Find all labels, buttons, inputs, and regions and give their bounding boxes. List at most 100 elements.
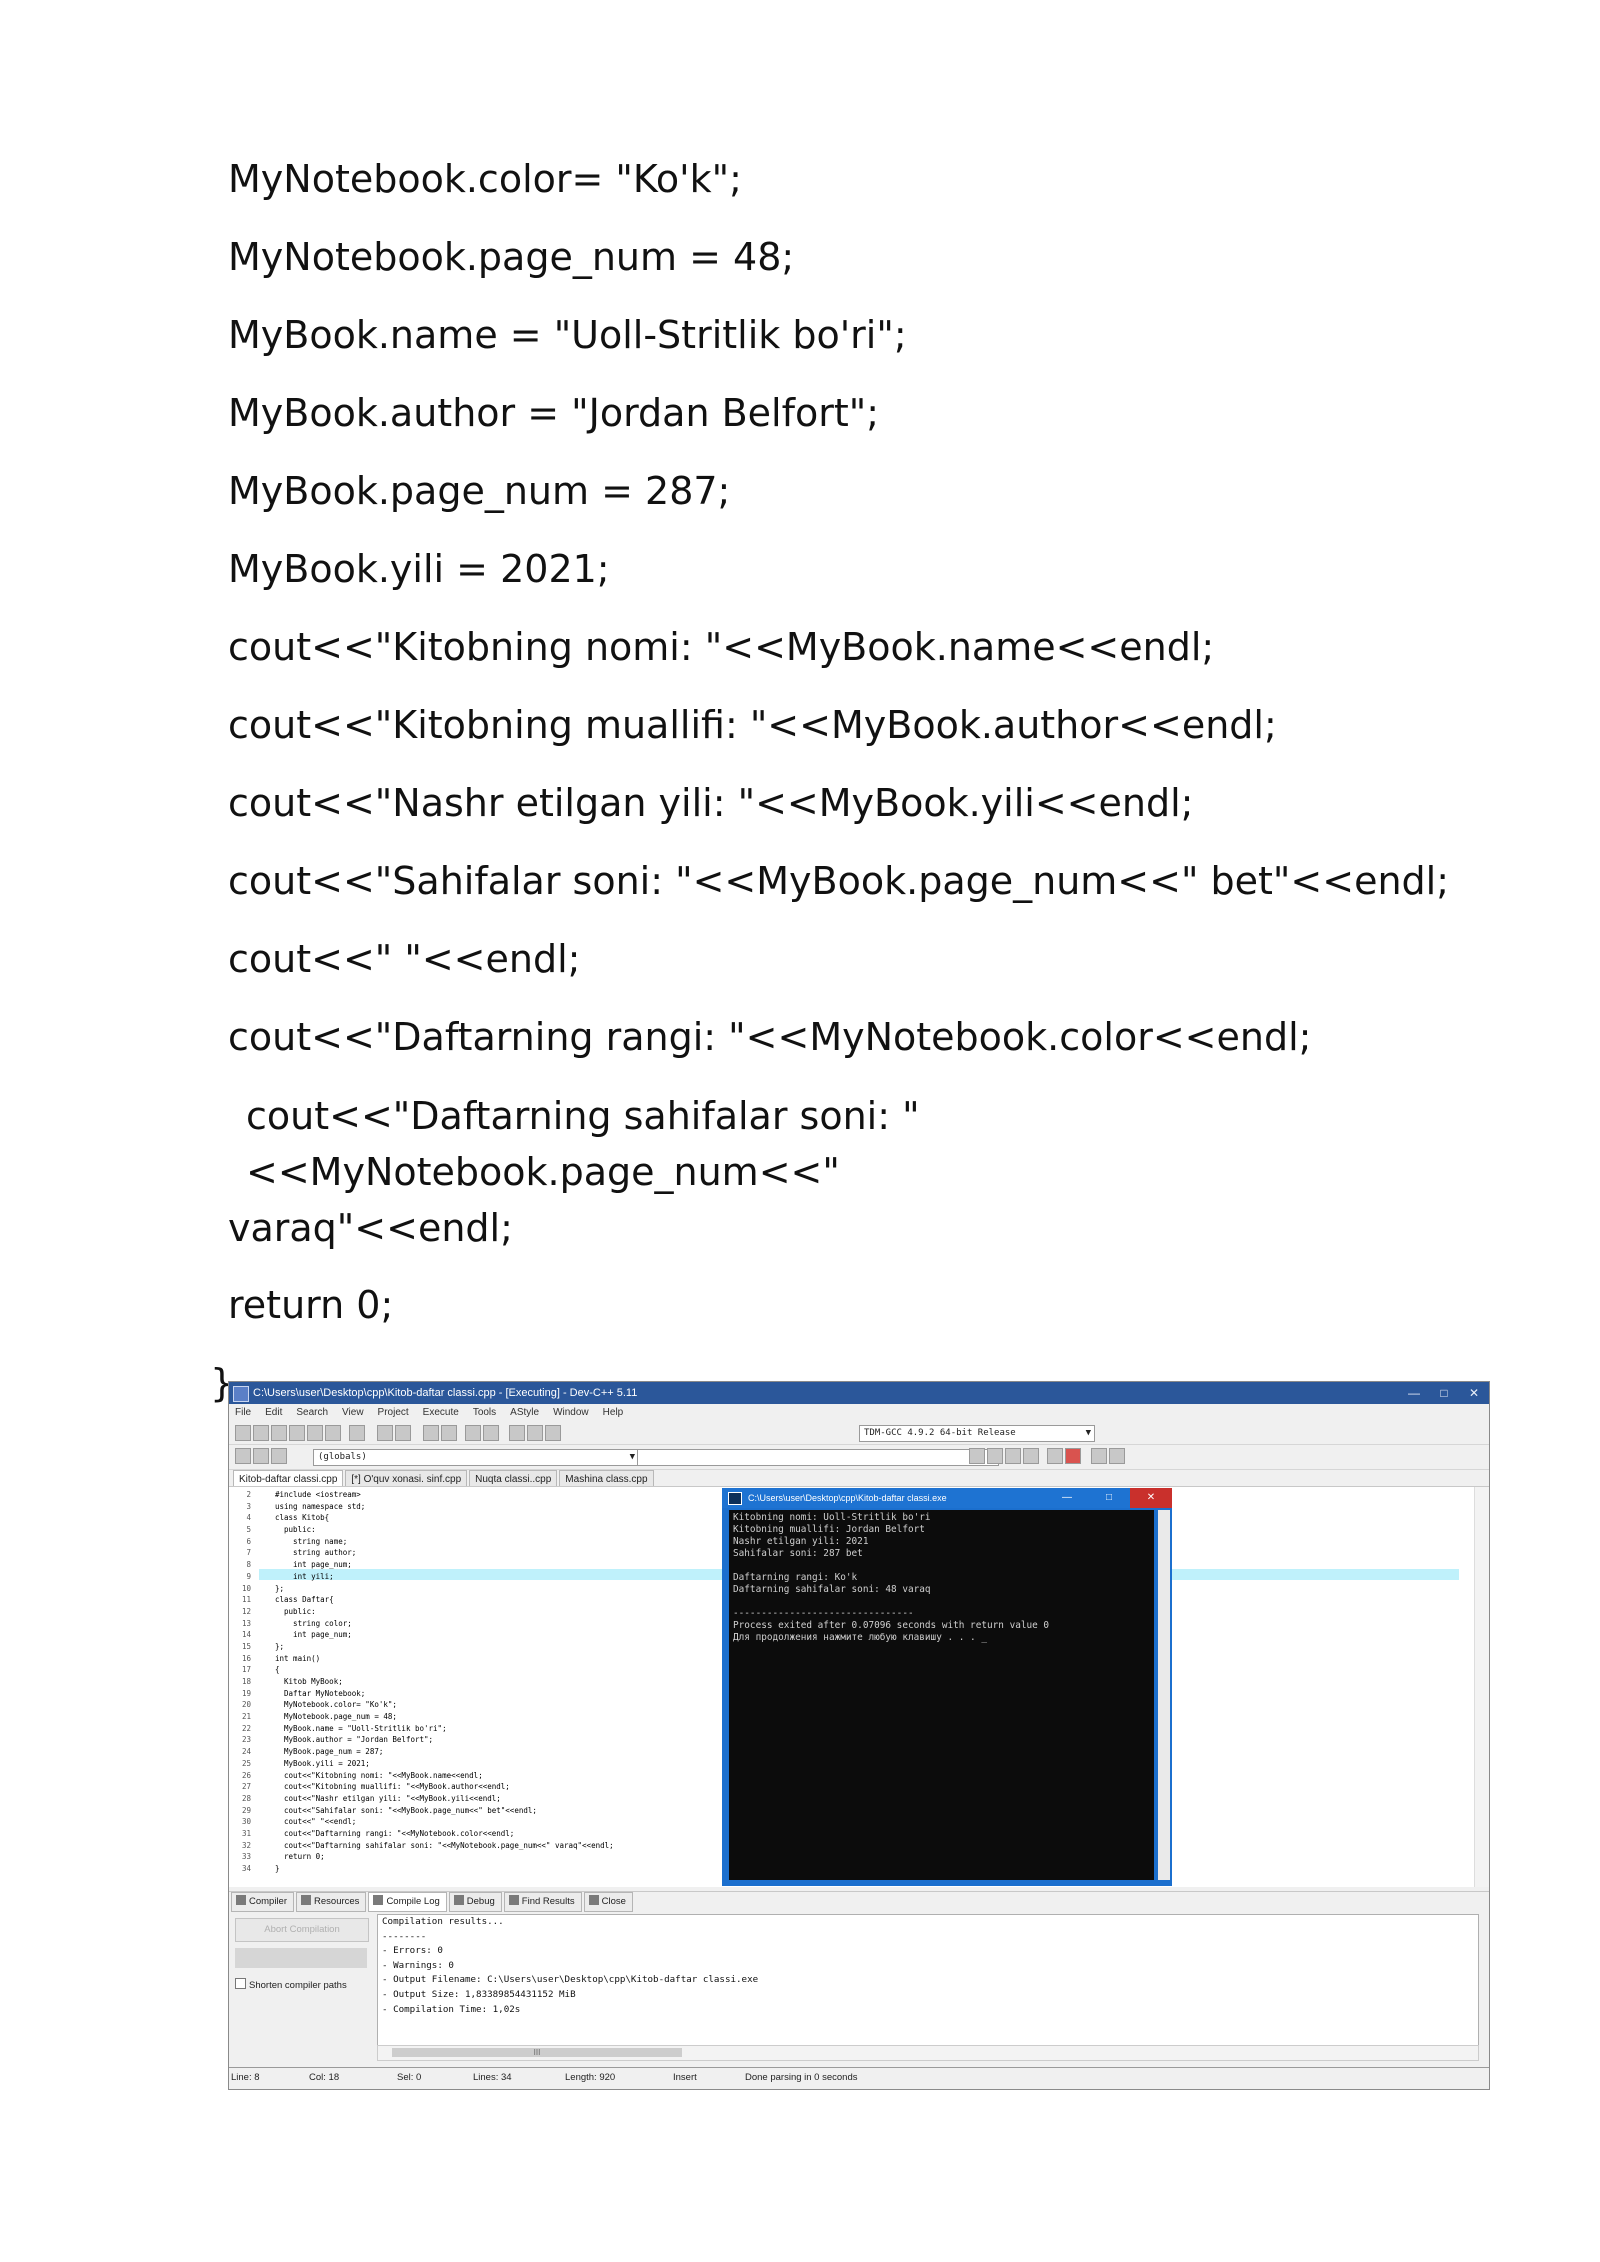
abort-compilation-button[interactable]: Abort Compilation — [235, 1918, 369, 1942]
print-icon[interactable] — [349, 1425, 365, 1441]
debug-tab[interactable]: Debug — [448, 1892, 502, 1912]
function-select[interactable]: ▼ — [637, 1449, 999, 1466]
line-number: 20 — [241, 1700, 251, 1710]
compiler-tab[interactable]: Compiler — [231, 1892, 295, 1912]
compile-run-icon[interactable] — [1005, 1448, 1021, 1464]
checkbox-icon[interactable] — [235, 1978, 246, 1989]
goto-icon[interactable] — [509, 1425, 525, 1441]
profile-icon[interactable] — [1109, 1448, 1125, 1464]
compile-log-output: Compilation results... -------- - Errors: … — [377, 1914, 1479, 2046]
rebuild-icon[interactable] — [1023, 1448, 1039, 1464]
indent-icon[interactable] — [465, 1425, 481, 1441]
menu-item[interactable]: Execute — [423, 1404, 459, 1422]
log-line: Compilation results... — [382, 1916, 504, 1927]
console-scrollbar[interactable] — [1158, 1510, 1170, 1880]
save-icon[interactable] — [271, 1425, 287, 1441]
compiler-icon — [236, 1895, 246, 1905]
console-line: Kitobning nomi: Uoll-Stritlik bo'ri — [733, 1512, 931, 1523]
check-icon[interactable] — [1047, 1448, 1063, 1464]
close-icon[interactable]: ✕ — [1459, 1382, 1489, 1404]
code-line: cout<<"Sahifalar soni: "<<MyBook.page_nu… — [228, 859, 1450, 903]
code-line: MyBook.author = "Jordan Belfort"; — [228, 391, 880, 435]
project-new-icon[interactable] — [235, 1448, 251, 1464]
line-text: public: — [275, 1606, 316, 1616]
debug-icon — [453, 1895, 464, 1905]
wrapped-line-part-1: cout<<"Daftarning sahifalar soni: "<<MyN… — [246, 1094, 920, 1194]
console-line: Sahifalar soni: 287 bet — [733, 1548, 863, 1559]
editor-code-line: 31 cout<<"Daftarning rangi: "<<MyNoteboo… — [237, 1828, 614, 1840]
console-minimize-icon[interactable]: — — [1046, 1488, 1088, 1508]
log-horizontal-scrollbar[interactable]: III — [377, 2045, 1479, 2061]
line-text: cout<<"Daftarning rangi: "<<MyNotebook.c… — [275, 1828, 515, 1838]
compile-log-tab[interactable]: Compile Log — [368, 1892, 447, 1912]
log-line: - Warnings: 0 — [382, 1959, 454, 1971]
console-maximize-icon[interactable]: □ — [1088, 1488, 1130, 1508]
menu-item[interactable]: Project — [378, 1404, 409, 1422]
line-text: cout<<"Nashr etilgan yili: "<<MyBook.yil… — [275, 1793, 501, 1803]
line-text: cout<<" "<<endl; — [275, 1817, 357, 1827]
menu-bar: File Edit Search View Project Execute Tools ASt… — [229, 1404, 1489, 1422]
line-number: 16 — [241, 1653, 251, 1663]
globals-select[interactable]: (globals) ▼ — [313, 1449, 639, 1466]
unindent-icon[interactable] — [483, 1425, 499, 1441]
shorten-paths-checkbox[interactable]: Shorten compiler paths — [235, 1978, 347, 1991]
log-line: - Errors: 0 — [382, 1945, 443, 1957]
console-close-icon[interactable]: ✕ — [1130, 1488, 1172, 1508]
return-line: return 0; — [228, 1283, 394, 1327]
chart-icon[interactable] — [1091, 1448, 1107, 1464]
stop-icon[interactable] — [1065, 1448, 1081, 1464]
editor-code-line: 26 cout<<"Kitobning nomi: "<<MyBook.name… — [237, 1770, 614, 1782]
code-line: MyBook.yili = 2021; — [228, 547, 610, 591]
code-line: cout<<"Daftarning rangi: "<<MyNotebook.c… — [228, 1015, 1312, 1059]
editor-code-line: 25 MyBook.yili = 2021; — [237, 1758, 614, 1770]
toggle-icon[interactable] — [545, 1425, 561, 1441]
code-line-wrapped: cout<<"Daftarning sahifalar soni: "<<MyN… — [210, 1088, 1428, 1256]
console-line: Daftarning rangi: Ko'k — [733, 1572, 858, 1583]
menu-item[interactable]: Window — [553, 1404, 589, 1422]
redo-icon[interactable] — [395, 1425, 411, 1441]
project-remove-icon[interactable] — [271, 1448, 287, 1464]
status-length: Length: 920 — [565, 2072, 616, 2083]
scroll-thumb[interactable]: III — [392, 2048, 682, 2057]
line-number: 14 — [241, 1630, 251, 1640]
run-icon[interactable] — [987, 1448, 1003, 1464]
close-tab[interactable]: Close — [583, 1892, 633, 1912]
status-sel: Sel: 0 — [397, 2072, 422, 2083]
open-file-icon[interactable] — [253, 1425, 269, 1441]
editor-code-line: 4 class Kitob{ — [237, 1512, 614, 1524]
menu-item[interactable]: Edit — [265, 1404, 282, 1422]
menu-item[interactable]: File — [235, 1404, 251, 1422]
line-text: MyNotebook.color= "Ko'k"; — [275, 1700, 397, 1710]
new-file-icon[interactable] — [235, 1425, 251, 1441]
close-file-icon[interactable] — [307, 1425, 323, 1441]
editor-scrollbar[interactable] — [1474, 1487, 1489, 1887]
project-add-icon[interactable] — [253, 1448, 269, 1464]
menu-item[interactable]: Help — [603, 1404, 624, 1422]
menu-item[interactable]: AStyle — [510, 1404, 539, 1422]
menu-item[interactable]: Search — [296, 1404, 328, 1422]
console-app-icon — [728, 1492, 742, 1505]
undo-icon[interactable] — [377, 1425, 393, 1441]
maximize-icon[interactable]: □ — [1429, 1382, 1459, 1404]
bookmark-icon[interactable] — [527, 1425, 543, 1441]
close-all-icon[interactable] — [325, 1425, 341, 1441]
resources-tab[interactable]: Resources — [296, 1892, 367, 1912]
wrapped-line-part-2: varaq"<<endl; — [228, 1206, 513, 1250]
find-results-tab[interactable]: Find Results — [503, 1892, 582, 1912]
code-text-block: MyNotebook.color= "Ko'k"; MyNotebook.page… — [210, 140, 1450, 1422]
menu-item[interactable]: Tools — [473, 1404, 496, 1422]
compile-progress-bar — [235, 1948, 367, 1968]
log-line: - Output Filename: C:\Users\user\Desktop… — [382, 1974, 759, 1986]
line-text: MyBook.page_num = 287; — [275, 1747, 384, 1757]
log-line: - Output Size: 1,83389854431152 MiB — [382, 1988, 576, 2000]
minimize-icon[interactable]: — — [1399, 1382, 1429, 1404]
editor-code-line: 23 MyBook.author = "Jordan Belfort"; — [237, 1734, 614, 1746]
save-all-icon[interactable] — [289, 1425, 305, 1441]
menu-item[interactable]: View — [342, 1404, 364, 1422]
compile-icon[interactable] — [969, 1448, 985, 1464]
replace-icon[interactable] — [441, 1425, 457, 1441]
find-icon[interactable] — [423, 1425, 439, 1441]
compiler-select[interactable]: TDM-GCC 4.9.2 64-bit Release ▼ — [859, 1425, 1095, 1442]
line-text: class Daftar{ — [275, 1595, 334, 1605]
editor-code-line: 10}; — [237, 1583, 614, 1595]
